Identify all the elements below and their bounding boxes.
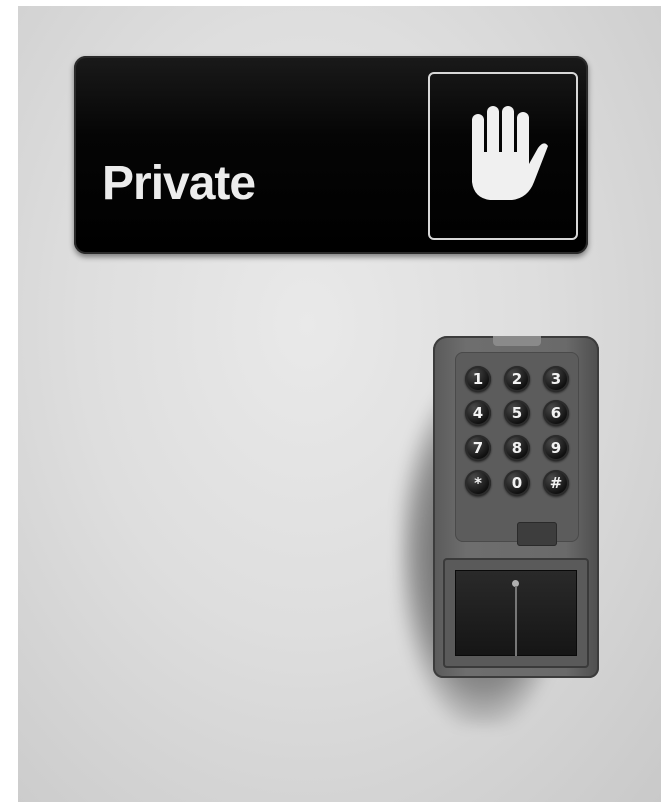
key-0[interactable]: 0 bbox=[504, 470, 530, 496]
status-indicator bbox=[517, 522, 557, 546]
key-2[interactable]: 2 bbox=[504, 366, 530, 392]
card-reader bbox=[443, 558, 589, 668]
key-face: 1 2 3 4 5 6 7 8 9 * 0 # bbox=[455, 352, 579, 546]
hand-stop-icon bbox=[472, 106, 548, 200]
key-hash[interactable]: # bbox=[543, 470, 569, 496]
key-7[interactable]: 7 bbox=[465, 435, 491, 461]
private-sign: Private bbox=[74, 56, 588, 254]
photo-scene: Private 1 2 3 4 5 6 7 8 9 * 0 # bbox=[18, 6, 661, 802]
card-reader-window bbox=[455, 570, 577, 656]
key-1[interactable]: 1 bbox=[465, 366, 491, 392]
key-star[interactable]: * bbox=[465, 470, 491, 496]
key-3[interactable]: 3 bbox=[543, 366, 569, 392]
sign-label: Private bbox=[102, 157, 256, 210]
reader-divider bbox=[515, 586, 517, 656]
access-keypad: 1 2 3 4 5 6 7 8 9 * 0 # bbox=[433, 336, 599, 678]
key-9[interactable]: 9 bbox=[543, 435, 569, 461]
key-4[interactable]: 4 bbox=[465, 400, 491, 426]
key-6[interactable]: 6 bbox=[543, 400, 569, 426]
key-8[interactable]: 8 bbox=[504, 435, 530, 461]
sign-icon-panel bbox=[428, 72, 578, 240]
keypad-top-ridge bbox=[493, 336, 541, 346]
key-5[interactable]: 5 bbox=[504, 400, 530, 426]
